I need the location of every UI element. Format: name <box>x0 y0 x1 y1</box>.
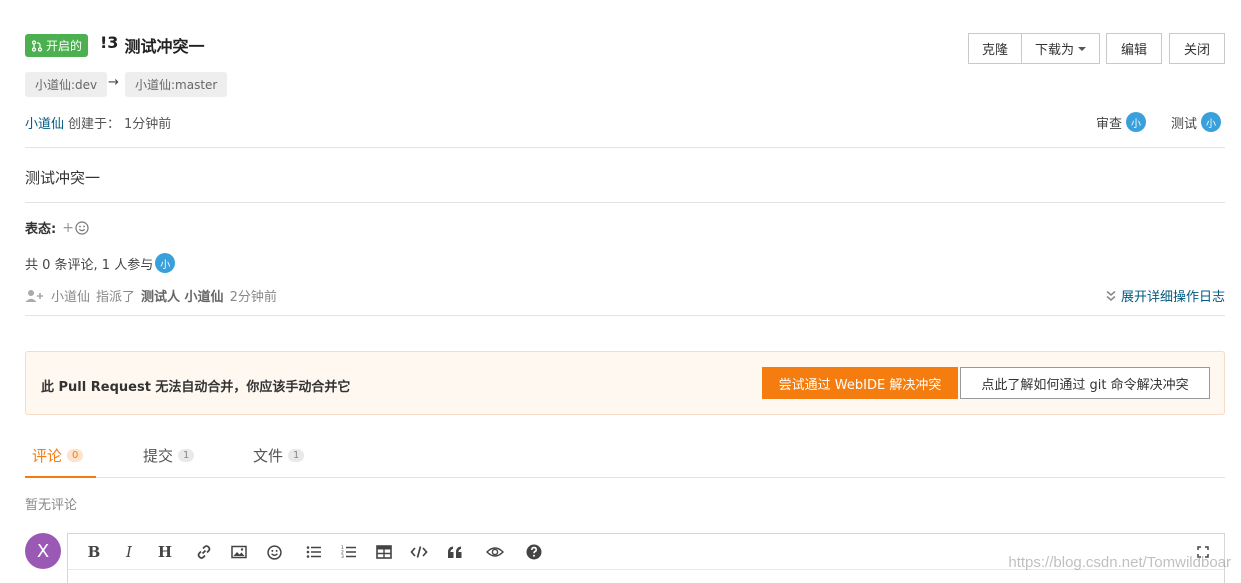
target-branch[interactable]: 小道仙:master <box>125 72 228 97</box>
link-icon[interactable] <box>193 542 215 562</box>
code-icon[interactable] <box>408 542 430 562</box>
close-button[interactable]: 关闭 <box>1169 33 1225 64</box>
table-icon[interactable] <box>373 542 395 562</box>
edit-button[interactable]: 编辑 <box>1106 33 1162 64</box>
clone-button[interactable]: 克隆 <box>968 33 1022 64</box>
created-time: 1分钟前 <box>124 117 172 132</box>
status-label: 开启的 <box>46 39 83 53</box>
activity-targets[interactable]: 测试人 小道仙 <box>141 286 224 305</box>
plus-icon: + <box>62 219 74 236</box>
pr-number: !3 <box>100 33 119 52</box>
assign-user-icon <box>25 289 43 302</box>
no-comments-text: 暂无评论 <box>25 498 78 513</box>
double-chevron-down-icon <box>1106 290 1116 301</box>
divider <box>25 147 1225 148</box>
activity-action: 指派了 <box>96 290 136 305</box>
comment-summary-text: 共 0 条评论, 1 人参与 <box>25 257 154 273</box>
status-badge: 开启的 <box>25 34 89 57</box>
heading-icon[interactable]: H <box>154 542 176 562</box>
expand-log-label: 展开详细操作日志 <box>1120 290 1225 305</box>
expand-log-link[interactable]: 展开详细操作日志 <box>1106 286 1225 305</box>
download-button[interactable]: 下载为 <box>1021 33 1100 64</box>
tab-label: 文件 <box>253 447 284 465</box>
tab-comments[interactable]: 评论 0 <box>25 440 96 478</box>
help-icon[interactable] <box>523 542 545 562</box>
pr-meta: 小道仙 创建于： 1分钟前 <box>25 113 171 132</box>
reviewer-label: 测试 <box>1171 116 1198 132</box>
bullet-list-icon[interactable] <box>303 542 325 562</box>
quote-icon[interactable] <box>444 542 466 562</box>
numbered-list-icon[interactable]: 123 <box>338 542 360 562</box>
add-reaction-button[interactable]: + <box>62 220 89 236</box>
reviewer-label: 审查 <box>1096 116 1123 132</box>
reviewer-test[interactable]: 测试 小 <box>1171 112 1222 132</box>
edit-label: 编辑 <box>1120 43 1147 58</box>
author-link[interactable]: 小道仙 <box>25 113 64 132</box>
merge-conflict-panel: 此 Pull Request 无法自动合并，你应该手动合并它 尝试通过 WebI… <box>25 351 1225 415</box>
page-title: !3 测试冲突一 <box>100 33 204 57</box>
bold-icon[interactable]: B <box>83 542 105 562</box>
comment-summary: 共 0 条评论, 1 人参与 小 <box>25 253 176 273</box>
reviewer-review[interactable]: 审查 小 <box>1096 112 1147 132</box>
webide-resolve-button[interactable]: 尝试通过 WebIDE 解决冲突 <box>762 367 958 399</box>
watermark: https://blog.csdn.net/Tomwildboar <box>1008 554 1231 571</box>
divider <box>25 315 1225 316</box>
tab-count-badge: 1 <box>178 449 195 462</box>
caret-down-icon <box>1078 46 1086 51</box>
activity-time: 2分钟前 <box>229 290 277 305</box>
pr-description: 测试冲突一 <box>25 169 101 187</box>
divider <box>25 202 1225 203</box>
merge-request-icon <box>31 39 43 52</box>
created-label: 创建于： <box>68 117 121 132</box>
italic-icon[interactable]: I <box>118 542 140 562</box>
avatar[interactable]: 小 <box>1126 112 1147 132</box>
svg-text:3: 3 <box>341 554 344 559</box>
tab-files[interactable]: 文件 1 <box>253 440 305 478</box>
tab-label: 评论 <box>32 447 63 465</box>
source-branch[interactable]: 小道仙:dev <box>25 72 108 97</box>
reactions-row: 表态: + <box>25 218 89 237</box>
emoji-icon[interactable] <box>263 542 285 562</box>
avatar: X <box>25 533 61 569</box>
tab-bar: 评论 0 提交 1 文件 1 <box>25 440 1225 478</box>
clone-label: 克隆 <box>981 43 1008 58</box>
tab-label: 提交 <box>143 447 174 465</box>
activity-item: 小道仙 指派了 测试人 小道仙 2分钟前 <box>25 286 277 305</box>
tab-commits[interactable]: 提交 1 <box>143 440 195 478</box>
avatar[interactable]: 小 <box>1201 112 1222 132</box>
pr-title-text: 测试冲突一 <box>124 37 205 56</box>
merge-conflict-message: 此 Pull Request 无法自动合并，你应该手动合并它 <box>41 380 351 395</box>
image-icon[interactable] <box>228 542 250 562</box>
tab-count-badge: 0 <box>67 449 84 462</box>
git-help-button[interactable]: 点此了解如何通过 git 命令解决冲突 <box>960 367 1210 399</box>
preview-eye-icon[interactable] <box>484 542 506 562</box>
reactions-label: 表态: <box>25 222 57 237</box>
smiley-icon <box>75 220 89 235</box>
download-label: 下载为 <box>1034 43 1074 58</box>
tab-count-badge: 1 <box>288 449 305 462</box>
branch-arrow: → <box>108 75 119 90</box>
avatar[interactable]: 小 <box>155 253 176 273</box>
activity-actor[interactable]: 小道仙 <box>51 286 90 305</box>
close-label: 关闭 <box>1183 43 1210 58</box>
